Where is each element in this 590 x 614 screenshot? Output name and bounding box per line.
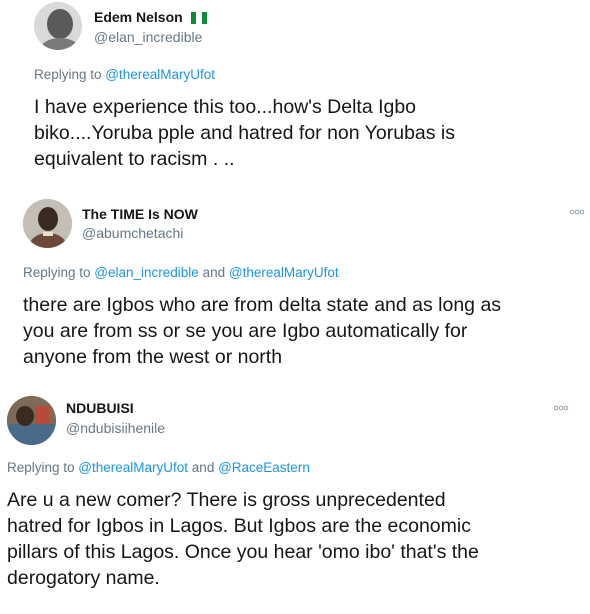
tweet-text: I have experience this too...how's Delta… — [34, 96, 456, 170]
tweet-text: there are Igbos who are from delta state… — [23, 294, 502, 368]
mention-link[interactable]: @therealMaryUfot — [229, 265, 339, 280]
display-name[interactable]: The TIME Is NOW — [82, 206, 198, 222]
user-handle[interactable]: @elan_incredible — [94, 29, 202, 45]
nigeria-flag-icon — [190, 12, 207, 24]
tweet-3: NDUBUISI @ndubisiihenile Replying to @th… — [0, 382, 590, 614]
avatar-photo-icon — [7, 396, 56, 445]
user-handle[interactable]: @abumchetachi — [82, 225, 183, 241]
display-name[interactable]: Edem Nelson — [94, 9, 207, 25]
avatar[interactable] — [34, 2, 82, 50]
avatar-photo-icon — [23, 199, 72, 248]
mention-link[interactable]: @elan_incredible — [94, 265, 199, 280]
avatar[interactable] — [7, 396, 56, 445]
tweet-text: Are u a new comer? There is gross unprec… — [7, 489, 479, 589]
avatar-photo-icon — [34, 2, 82, 50]
replying-to: Replying to @therealMaryUfot and @RaceEa… — [7, 460, 310, 475]
tweet-1: Edem Nelson @elan_incredible Replying to… — [0, 0, 590, 195]
tweet-2: The TIME Is NOW @abumchetachi Replying t… — [0, 195, 590, 382]
avatar[interactable] — [23, 199, 72, 248]
mention-link[interactable]: @therealMaryUfot — [78, 460, 188, 475]
more-options-icon[interactable] — [553, 403, 571, 415]
replying-to: Replying to @therealMaryUfot — [34, 67, 216, 82]
mention-link[interactable]: @RaceEastern — [218, 460, 310, 475]
replying-to: Replying to @elan_incredible and @therea… — [23, 265, 339, 280]
mention-link[interactable]: @therealMaryUfot — [105, 67, 215, 82]
display-name[interactable]: NDUBUISI — [66, 400, 134, 416]
more-options-icon[interactable] — [569, 207, 587, 219]
user-handle[interactable]: @ndubisiihenile — [66, 420, 165, 436]
